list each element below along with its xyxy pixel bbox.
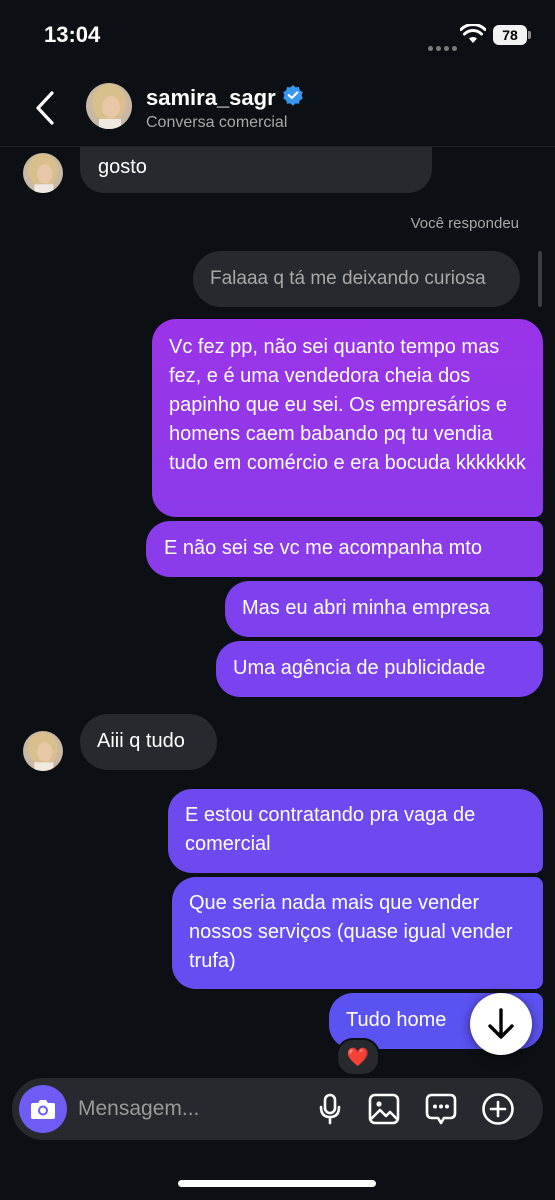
verified-badge-icon <box>282 84 304 111</box>
message-incoming[interactable]: Aiii q tudo <box>80 714 217 770</box>
home-indicator <box>178 1180 376 1187</box>
microphone-icon[interactable] <box>313 1092 347 1126</box>
message-outgoing[interactable]: Que seria nada mais que vender nossos se… <box>172 877 543 989</box>
heart-reaction[interactable]: ❤️ <box>336 1038 380 1076</box>
reply-label: Você respondeu <box>410 215 519 232</box>
camera-button[interactable] <box>19 1085 67 1133</box>
reply-quote-bar <box>538 251 542 307</box>
status-time: 13:04 <box>44 22 101 47</box>
header-username[interactable]: samira_sagr <box>146 85 276 111</box>
message-outgoing[interactable]: Vc fez pp, não sei quanto tempo mas fez,… <box>152 319 543 517</box>
scroll-to-bottom-button[interactable] <box>470 993 532 1055</box>
reply-quote[interactable]: Falaaa q tá me deixando curiosa <box>193 251 520 307</box>
message-composer <box>12 1078 543 1140</box>
header-avatar[interactable] <box>86 83 132 129</box>
message-outgoing[interactable]: E estou contratando pra vaga de comercia… <box>168 789 543 873</box>
message-incoming[interactable]: gosto <box>80 147 432 193</box>
sender-avatar[interactable] <box>23 731 63 771</box>
back-chevron-icon[interactable] <box>34 90 56 131</box>
message-input[interactable] <box>78 1094 278 1124</box>
message-thread[interactable]: gosto Você respondeu Falaaa q tá me deix… <box>0 147 555 1072</box>
camera-icon <box>31 1100 55 1119</box>
header-subtitle: Conversa comercial <box>146 114 288 131</box>
add-icon[interactable] <box>481 1092 515 1126</box>
chat-header: samira_sagr Conversa comercial <box>0 70 555 147</box>
message-outgoing[interactable]: Uma agência de publicidade <box>216 641 543 697</box>
wifi-icon <box>459 23 487 49</box>
message-outgoing[interactable]: E não sei se vc me acompanha mto <box>146 521 543 577</box>
arrow-down-icon <box>488 1008 514 1039</box>
message-outgoing[interactable]: Mas eu abri minha empresa <box>225 581 543 637</box>
battery-tip <box>528 31 531 39</box>
cellular-signal-icon <box>428 38 460 56</box>
status-bar: 13:04 78 <box>0 0 555 70</box>
battery-indicator: 78 <box>493 25 527 45</box>
sender-avatar[interactable] <box>23 153 63 193</box>
gallery-icon[interactable] <box>367 1092 401 1126</box>
username-row[interactable]: samira_sagr <box>146 84 304 111</box>
sticker-icon[interactable] <box>424 1092 458 1126</box>
